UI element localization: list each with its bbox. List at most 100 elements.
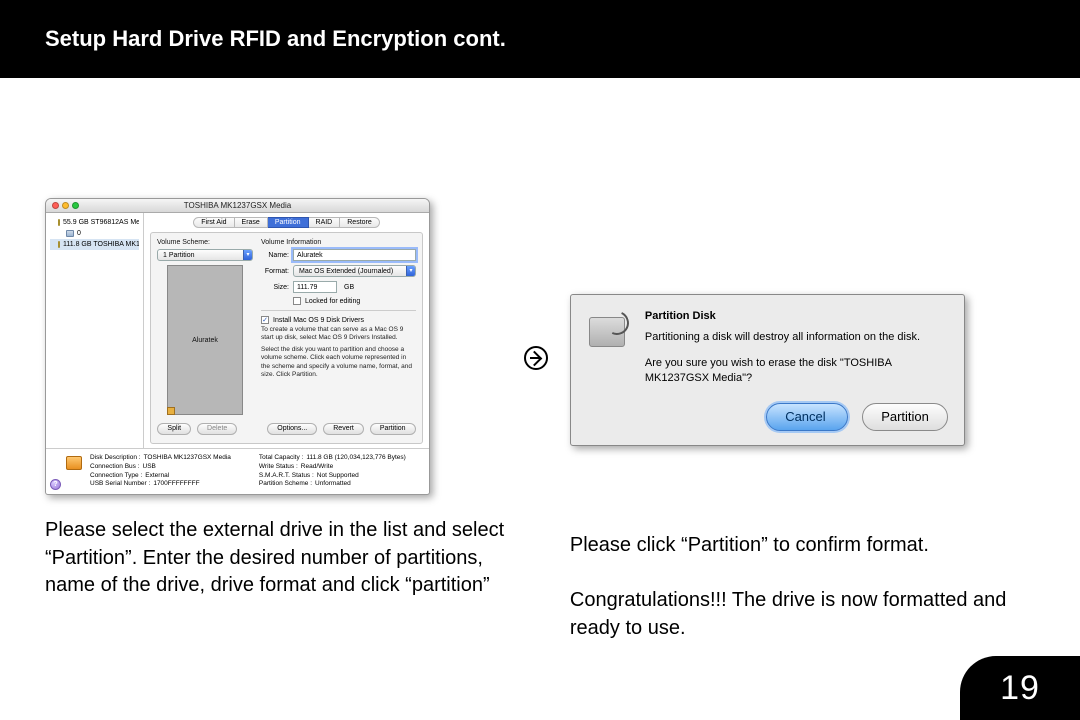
partition-confirm-button[interactable]: Partition [862, 403, 948, 431]
locked-checkbox-row: Locked for editing [293, 297, 416, 305]
sidebar-item-disk-selected[interactable]: 111.8 GB TOSHIBA MK1... [50, 239, 139, 250]
zoom-icon[interactable] [72, 202, 79, 209]
panel-button-row: Split Delete Options... Revert Partition [157, 423, 416, 435]
partition-map[interactable]: Aluratek [167, 265, 243, 415]
name-label: Name: [261, 252, 289, 259]
dialog-body: Partition Disk Partitioning a disk will … [645, 309, 948, 431]
info-val: Read/Write [301, 463, 333, 472]
dialog-line-2: Are you sure you wish to erase the disk … [645, 356, 948, 387]
size-unit: GB [344, 284, 354, 291]
sidebar-item-label: 0 [77, 230, 81, 237]
tab-partition[interactable]: Partition [268, 217, 309, 228]
format-popup[interactable]: Mac OS Extended (Journaled) ▾ [293, 265, 416, 277]
info-val: 111.8 GB (120,034,123,776 Bytes) [306, 454, 406, 463]
help-icon[interactable]: ? [50, 479, 61, 490]
scheme-column: Volume Scheme: 1 Partition ▾ Aluratek [157, 239, 253, 415]
page-number: 19 [1000, 669, 1040, 708]
info-heading: Volume Information [261, 239, 416, 246]
volume-icon [66, 230, 74, 237]
tab-restore[interactable]: Restore [340, 217, 380, 228]
window-title: TOSHIBA MK1237GSX Media [184, 201, 291, 210]
right-caption-1: Please click “Partition” to confirm form… [570, 532, 1035, 560]
disk-info-bar: ? Disk Description :TOSHIBA MK1237GSX Me… [46, 448, 429, 494]
page-title: Setup Hard Drive RFID and Encryption con… [45, 26, 506, 52]
dialog-button-row: Cancel Partition [645, 403, 948, 431]
scheme-popup[interactable]: 1 Partition ▾ [157, 249, 253, 261]
disk-utility-window: TOSHIBA MK1237GSX Media 55.9 GB ST96812A… [45, 198, 430, 495]
sidebar-item-label: 111.8 GB TOSHIBA MK1... [63, 241, 139, 248]
info-val: USB [143, 463, 156, 472]
revert-button[interactable]: Revert [323, 423, 364, 435]
tab-erase[interactable]: Erase [235, 217, 268, 228]
partition-preview-label: Aluratek [192, 337, 218, 344]
format-value: Mac OS Extended (Journaled) [299, 268, 393, 275]
disk-icon [58, 241, 60, 248]
left-caption: Please select the external drive in the … [45, 517, 530, 600]
tab-raid[interactable]: RAID [309, 217, 341, 228]
scheme-label: Volume Scheme: [157, 239, 253, 246]
sidebar-item-disk[interactable]: 55.9 GB ST96812AS Media [50, 217, 139, 228]
close-icon[interactable] [52, 202, 59, 209]
info-val: Not Supported [317, 472, 359, 481]
info-key: Total Capacity : [259, 454, 303, 463]
left-column: TOSHIBA MK1237GSX Media 55.9 GB ST96812A… [45, 110, 530, 643]
chevron-up-down-icon: ▾ [243, 250, 252, 260]
info-key: Connection Type : [90, 472, 142, 481]
minimize-icon[interactable] [62, 202, 69, 209]
info-val: External [145, 472, 169, 481]
disk-sidebar: 55.9 GB ST96812AS Media 0 111.8 GB TOSHI… [46, 213, 144, 448]
right-column: Partition Disk Partitioning a disk will … [570, 110, 1035, 643]
disk-utility-app-icon [587, 309, 631, 353]
tab-bar: First Aid Erase Partition RAID Restore [150, 217, 423, 228]
divider [261, 310, 416, 311]
info-col-right: Total Capacity :111.8 GB (120,034,123,77… [259, 454, 406, 489]
info-key: S.M.A.R.T. Status : [259, 472, 314, 481]
install9-label: Install Mac OS 9 Disk Drivers [273, 317, 364, 324]
options-button[interactable]: Options... [267, 423, 317, 435]
delete-button[interactable]: Delete [197, 423, 237, 435]
info-column: Volume Information Name: Aluratek Format… [261, 239, 416, 415]
page-number-tab: 19 [960, 656, 1080, 720]
size-label: Size: [261, 284, 289, 291]
info-key: USB Serial Number : [90, 480, 150, 489]
tab-first-aid[interactable]: First Aid [193, 217, 234, 228]
disk-large-icon [66, 456, 82, 470]
partition-confirm-dialog: Partition Disk Partitioning a disk will … [570, 294, 965, 446]
window-body: 55.9 GB ST96812AS Media 0 111.8 GB TOSHI… [46, 213, 429, 448]
partition-panel: Volume Scheme: 1 Partition ▾ Aluratek [150, 232, 423, 444]
size-input[interactable]: 111.79 [293, 281, 337, 293]
help-text-1: To create a volume that can serve as a M… [261, 326, 416, 342]
disk-icon [58, 219, 60, 226]
info-key: Partition Scheme : [259, 480, 312, 489]
locked-label: Locked for editing [305, 298, 360, 305]
install9-checkbox-row: ✓ Install Mac OS 9 Disk Drivers [261, 316, 416, 324]
info-val: Unformatted [315, 480, 351, 489]
partition-button[interactable]: Partition [370, 423, 416, 435]
main-panel: First Aid Erase Partition RAID Restore V… [144, 213, 429, 448]
window-titlebar: TOSHIBA MK1237GSX Media [46, 199, 429, 213]
info-key: Disk Description : [90, 454, 141, 463]
info-val: 1700FFFFFFFF [153, 480, 199, 489]
chevron-up-down-icon: ▾ [406, 266, 415, 276]
name-input[interactable]: Aluratek [293, 249, 416, 261]
split-button[interactable]: Split [157, 423, 191, 435]
info-key: Write Status : [259, 463, 298, 472]
help-text-2: Select the disk you want to partition an… [261, 346, 416, 379]
cancel-button[interactable]: Cancel [766, 403, 848, 431]
arrow-right-icon [524, 346, 548, 370]
spacer [645, 346, 948, 356]
window-controls [52, 202, 79, 209]
locked-checkbox[interactable] [293, 297, 301, 305]
sidebar-item-volume[interactable]: 0 [50, 228, 139, 239]
resize-handle-icon[interactable] [167, 407, 175, 415]
dialog-wrap: Partition Disk Partitioning a disk will … [570, 294, 1035, 446]
info-key: Connection Bus : [90, 463, 140, 472]
dialog-title: Partition Disk [645, 309, 948, 324]
right-caption-2: Congratulations!!! The drive is now form… [570, 587, 1035, 642]
dialog-line-1: Partitioning a disk will destroy all inf… [645, 330, 948, 345]
install9-checkbox[interactable]: ✓ [261, 316, 269, 324]
sidebar-item-label: 55.9 GB ST96812AS Media [63, 219, 139, 226]
info-val: TOSHIBA MK1237GSX Media [144, 454, 231, 463]
scheme-value: 1 Partition [163, 252, 195, 259]
info-col-left: Disk Description :TOSHIBA MK1237GSX Medi… [90, 454, 231, 489]
